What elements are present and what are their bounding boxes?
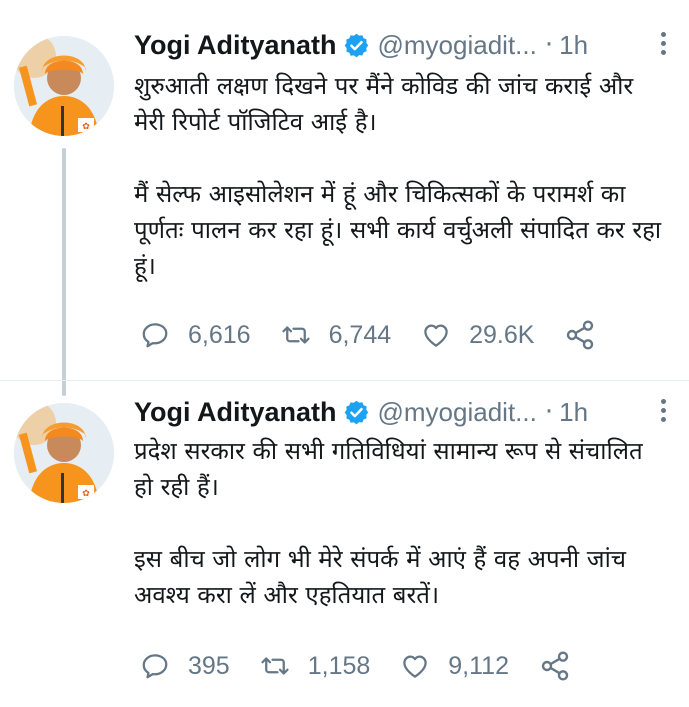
separator-dot: · bbox=[544, 30, 554, 60]
retweet-count: 1,158 bbox=[307, 651, 371, 680]
tweet-paragraph: इस बीच जो लोग भी मेरे संपर्क में आएं हैं… bbox=[134, 545, 627, 609]
reply-count: 395 bbox=[188, 651, 230, 680]
tweet-2[interactable]: ✿ Yogi Adityanath @myogiadit... · 1h प्र… bbox=[0, 380, 689, 707]
like-count: 29.6K bbox=[469, 320, 535, 349]
avatar[interactable]: ✿ bbox=[14, 403, 114, 503]
retweet-icon bbox=[261, 657, 289, 675]
author-handle[interactable]: @myogiadit... bbox=[378, 30, 537, 61]
share-button[interactable] bbox=[564, 319, 596, 351]
author-handle[interactable]: @myogiadit... bbox=[378, 397, 537, 428]
more-options-icon[interactable] bbox=[657, 32, 669, 58]
reply-button[interactable]: 6,616 bbox=[140, 320, 251, 350]
reply-icon bbox=[142, 654, 168, 679]
reply-button[interactable]: 395 bbox=[140, 651, 230, 681]
share-button[interactable] bbox=[539, 650, 571, 682]
more-options-icon[interactable] bbox=[657, 399, 669, 425]
like-button[interactable]: 29.6K bbox=[421, 320, 534, 350]
tweet-text: प्रदेश सरकार की सभी गतिविधियां सामान्य र… bbox=[134, 433, 669, 613]
like-icon bbox=[403, 655, 428, 678]
tweet-text: शुरुआती लक्षण दिखने पर मैंने कोविड की जा… bbox=[134, 68, 669, 284]
svg-text:✿: ✿ bbox=[82, 489, 90, 499]
separator-dot: · bbox=[544, 397, 554, 427]
author-name[interactable]: Yogi Adityanath bbox=[134, 397, 337, 428]
like-count: 9,112 bbox=[448, 651, 509, 680]
author-name[interactable]: Yogi Adityanath bbox=[134, 30, 337, 61]
verified-badge-icon bbox=[344, 33, 368, 57]
share-icon bbox=[567, 320, 594, 350]
verified-badge-icon bbox=[344, 400, 368, 424]
timestamp[interactable]: 1h bbox=[559, 30, 588, 61]
reply-count: 6,616 bbox=[188, 320, 251, 349]
tweet-paragraph: शुरुआती लक्षण दिखने पर मैंने कोविड की जा… bbox=[134, 72, 634, 136]
like-icon bbox=[424, 324, 448, 347]
avatar[interactable]: ✿ bbox=[14, 36, 114, 136]
tweet-paragraph: प्रदेश सरकार की सभी गतिविधियां सामान्य र… bbox=[134, 437, 643, 501]
tweet-actions: 6,616 6,744 29.6K bbox=[140, 318, 669, 352]
reply-icon bbox=[142, 323, 168, 348]
like-button[interactable]: 9,112 bbox=[400, 651, 509, 681]
share-icon bbox=[541, 651, 569, 681]
tweet-header: Yogi Adityanath @myogiadit... · 1h bbox=[134, 30, 677, 60]
tweet-actions: 395 1,158 9,112 bbox=[140, 649, 669, 683]
svg-text:✿: ✿ bbox=[82, 122, 90, 132]
retweet-button[interactable]: 1,158 bbox=[260, 651, 371, 681]
tweet-header: Yogi Adityanath @myogiadit... · 1h bbox=[134, 397, 677, 427]
tweet-paragraph: मैं सेल्फ आइसोलेशन में हूं और चिकित्सकों… bbox=[134, 180, 662, 280]
retweet-button[interactable]: 6,744 bbox=[281, 320, 392, 350]
retweet-icon bbox=[281, 326, 310, 344]
timestamp[interactable]: 1h bbox=[559, 397, 588, 428]
tweet-1[interactable]: ✿ Yogi Adityanath @myogiadit... · 1h शुर… bbox=[0, 0, 689, 380]
retweet-count: 6,744 bbox=[328, 320, 392, 349]
